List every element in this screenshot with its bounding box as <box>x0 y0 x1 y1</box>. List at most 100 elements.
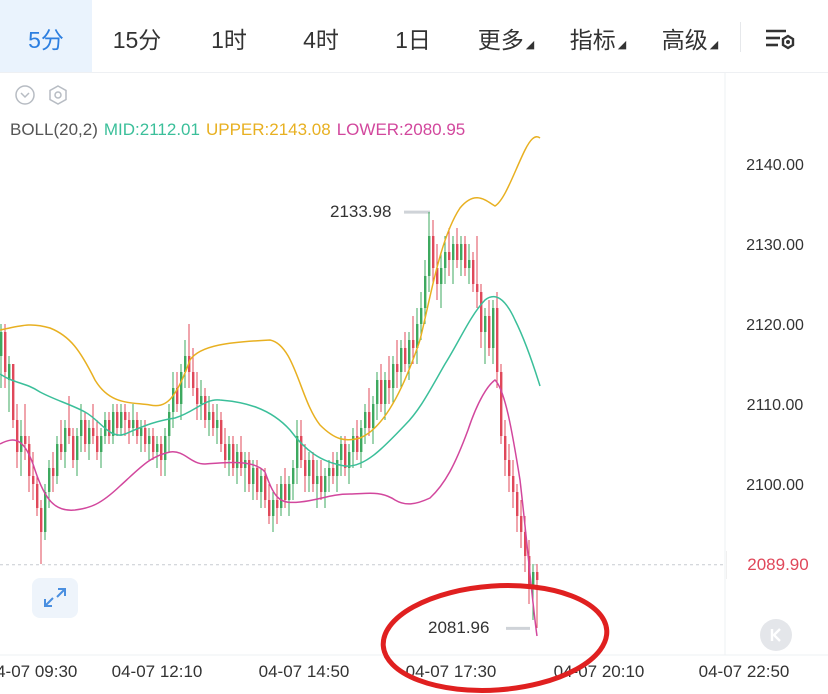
candle-body <box>452 244 455 260</box>
candle-body <box>92 428 95 436</box>
candle-body <box>324 476 327 492</box>
tab-label: 更多 <box>477 27 524 53</box>
expand-arrows-icon <box>44 588 66 607</box>
tab-indicators-dropdown[interactable]: 指标 ◢ <box>554 0 642 72</box>
grid <box>0 73 828 656</box>
candle-body <box>472 260 475 284</box>
candle-body <box>164 436 167 460</box>
candle-body <box>12 364 15 420</box>
caret-down-icon: ◢ <box>617 39 627 51</box>
candle-body <box>308 460 311 476</box>
candle-body <box>508 460 511 476</box>
tab-more-dropdown[interactable]: 更多 ◢ <box>462 0 550 72</box>
candle-body <box>456 244 459 260</box>
tab-4hour[interactable]: 4时 <box>276 0 366 72</box>
candle-body <box>236 452 239 468</box>
candle-body <box>192 372 195 388</box>
candle-body <box>204 396 207 420</box>
candle-body <box>340 444 343 460</box>
tab-1hour[interactable]: 1时 <box>184 0 274 72</box>
candle-body <box>488 316 491 348</box>
candle-body <box>264 476 267 500</box>
candle-body <box>128 420 131 428</box>
candle-body <box>208 412 211 420</box>
candle-body <box>480 292 483 332</box>
current-price-tag: 2089.90 <box>726 551 828 579</box>
candle-body <box>272 500 275 516</box>
candle-body <box>76 436 79 460</box>
candle-body <box>224 444 227 460</box>
collapse-indicator-button[interactable] <box>15 85 35 105</box>
candle-body <box>152 436 155 452</box>
candle-body <box>64 428 67 452</box>
candle-body <box>440 268 443 284</box>
red-annotation-circle <box>380 583 610 693</box>
candle-body <box>516 492 519 516</box>
candle-body <box>328 468 331 476</box>
candle-body <box>312 460 315 484</box>
candle-body <box>468 260 471 268</box>
candle-body <box>8 364 11 380</box>
boll-lower: LOWER:2080.95 <box>336 120 466 139</box>
candle-body <box>168 412 171 436</box>
candle-body <box>228 444 231 460</box>
tab-label: 5分 <box>28 27 64 53</box>
candle-body <box>464 244 467 268</box>
candle-body <box>60 444 63 452</box>
candle-body <box>520 516 523 532</box>
candle-body <box>420 308 423 324</box>
caret-down-icon: ◢ <box>525 39 535 51</box>
tab-label: 1时 <box>211 27 247 53</box>
indicator-settings-button[interactable] <box>49 85 67 105</box>
price-axis-label: 2130.00 <box>746 237 804 254</box>
candle-body <box>484 316 487 332</box>
candle-body <box>372 404 375 428</box>
time-axis-label: 04-07 12:10 <box>112 662 203 681</box>
tab-label: 15分 <box>112 27 162 53</box>
tab-label: 高级 <box>661 27 708 53</box>
candle-body <box>88 428 91 444</box>
boll-legend: BOLL(20,2) MID:2112.01 UPPER:2143.08 LOWER:… <box>10 120 471 140</box>
candle-body <box>256 468 259 492</box>
time-axis-label: 04-07 14:50 <box>259 662 350 681</box>
candle-body <box>428 236 431 276</box>
caret-down-icon: ◢ <box>709 39 719 51</box>
price-axis: 2140.00 2130.00 2120.00 2110.00 2100.00 <box>746 157 804 494</box>
candle-body <box>316 476 319 484</box>
candle-body <box>288 484 291 500</box>
candle-body <box>504 436 507 460</box>
tab-15min[interactable]: 15分 <box>92 0 182 72</box>
bollinger-bands <box>0 136 541 637</box>
tab-1day[interactable]: 1日 <box>368 0 458 72</box>
candle-body <box>148 436 151 444</box>
candle-body <box>268 500 271 516</box>
candle-body <box>404 348 407 364</box>
candle-body <box>408 340 411 364</box>
candle-body <box>388 380 391 388</box>
candle-body <box>196 388 199 404</box>
candle-body <box>124 412 127 420</box>
candle-body <box>304 460 307 476</box>
candle-body <box>16 420 19 452</box>
expand-chart-button[interactable] <box>32 578 78 618</box>
chevron-down-circle-icon <box>15 85 35 105</box>
high-price-label: 2133.98 <box>330 202 392 221</box>
candle-body <box>412 340 415 348</box>
chart-settings-button[interactable] <box>760 24 800 56</box>
candle-body <box>344 444 347 468</box>
tab-5min[interactable]: 5分 <box>0 0 92 72</box>
candle-body <box>300 436 303 460</box>
candle-body <box>240 452 243 468</box>
candle-body <box>100 436 103 452</box>
tab-advanced-dropdown[interactable]: 高级 ◢ <box>646 0 734 72</box>
candle-body <box>216 420 219 428</box>
candle-body <box>132 420 135 428</box>
candle-body <box>84 420 87 444</box>
candle-body <box>232 444 235 468</box>
back-to-latest-button[interactable] <box>760 619 792 651</box>
price-axis-label: 2140.00 <box>746 157 804 174</box>
candle-body <box>432 236 435 268</box>
time-axis-label: 04-07 22:50 <box>699 662 790 681</box>
candle-body <box>476 284 479 292</box>
candle-body <box>40 508 43 532</box>
